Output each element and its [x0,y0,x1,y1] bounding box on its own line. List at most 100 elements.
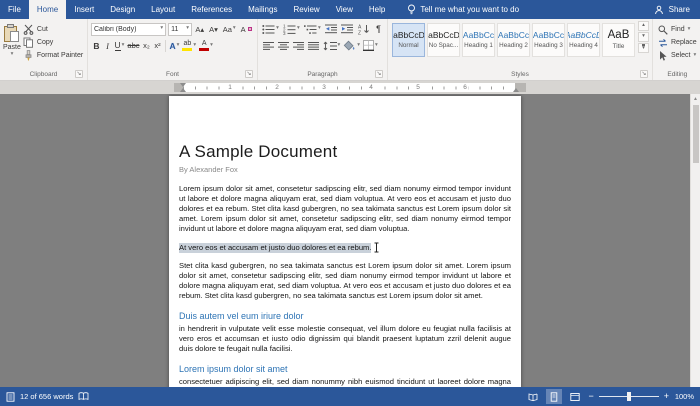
grow-font-button[interactable]: A▴ [194,22,206,36]
strikethrough-button[interactable]: abc [126,39,141,53]
align-center-button[interactable] [276,39,291,53]
font-size-select[interactable]: 11 ▾ [168,22,192,36]
right-indent-marker[interactable] [512,88,519,92]
borders-button[interactable]: ▾ [362,39,380,53]
paragraph-dialog-launcher[interactable]: ↘ [375,70,383,78]
clear-formatting-button[interactable]: A [239,22,254,36]
sort-icon: AZ [358,24,370,35]
zoom-slider-thumb[interactable] [626,392,631,401]
text-effects-button[interactable]: A ▾ [168,39,181,53]
document-page[interactable]: A Sample Document By Alexander Fox Lorem… [169,96,521,387]
zoom-level[interactable]: 100% [674,392,694,401]
read-mode-button[interactable] [525,389,541,404]
replace-button[interactable]: Replace [656,36,699,49]
styles-group: AaBbCcDd Normal AaBbCcDd No Spac... AaBb… [388,19,653,80]
align-left-button[interactable] [261,39,276,53]
line-spacing-button[interactable]: ▾ [321,39,342,53]
font-dialog-launcher[interactable]: ↘ [245,70,253,78]
bullets-button[interactable]: ▾ [261,22,280,36]
styles-more-button[interactable]: ▾ [638,43,649,53]
font-color-button[interactable]: A ▾ [198,39,215,53]
underline-button[interactable]: U ▾ [113,39,126,53]
tell-me-box[interactable]: Tell me what you want to do [407,0,519,19]
tab-insert[interactable]: Insert [66,0,102,19]
style-no-spacing[interactable]: AaBbCcDd No Spac... [427,23,460,57]
page-info-icon[interactable] [6,391,15,402]
hanging-indent-marker[interactable] [179,88,186,92]
sort-button[interactable]: AZ [357,22,371,36]
align-right-icon [292,41,305,51]
scroll-up-arrow-icon[interactable]: ▲ [693,94,698,104]
style-preview: AaBbCc [532,30,565,41]
select-button[interactable]: Select ▾ [656,49,699,62]
show-hide-paragraph-button[interactable]: ¶ [373,22,384,36]
styles-scroll-up-button[interactable]: ▴ [638,21,649,31]
style-heading-2[interactable]: AaBbCc Heading 2 [497,23,530,57]
justify-button[interactable] [306,39,321,53]
paste-button[interactable]: Paste ▾ [3,21,21,58]
format-painter-button[interactable]: Format Painter [21,49,85,62]
multilevel-list-button[interactable]: ▾ [303,22,322,36]
change-case-button[interactable]: Aa ▾ [221,22,237,36]
tab-references[interactable]: References [183,0,240,19]
style-preview: AaBbCc [462,30,495,41]
status-right: − + 100% [525,389,694,404]
eraser-icon [247,27,253,31]
first-line-indent-marker[interactable] [179,83,186,87]
web-layout-button[interactable] [567,389,583,404]
styles-dialog-launcher[interactable]: ↘ [640,70,648,78]
style-heading-4[interactable]: AaBbCcD Heading 4 [567,23,600,57]
vertical-scrollbar[interactable]: ▲ [690,94,700,387]
tab-home[interactable]: Home [28,0,67,19]
style-title[interactable]: AaB Title [602,23,635,57]
share-button[interactable]: Share [669,5,690,14]
shrink-font-button[interactable]: A▾ [208,22,220,36]
zoom-in-button[interactable]: + [664,392,669,401]
tab-help[interactable]: Help [361,0,393,19]
selected-text[interactable]: At vero eos et accusam et justo duo dolo… [179,242,372,253]
tab-review[interactable]: Review [285,0,327,19]
tab-file[interactable]: File [0,0,29,19]
doc-heading-2: Lorem ipsum dolor sit amet [179,364,288,374]
document-area: 1 2 3 4 5 6 A Sample Document By Alexand… [0,81,700,387]
zoom-out-button[interactable]: − [588,392,593,401]
tab-view[interactable]: View [328,0,361,19]
numbering-button[interactable]: 123 ▾ [282,22,301,36]
find-button[interactable]: Find ▾ [656,23,699,36]
change-case-dropdown-icon: ▾ [232,25,236,32]
increase-indent-button[interactable] [340,22,354,36]
scrollbar-thumb[interactable] [692,105,699,163]
shading-button[interactable]: ▾ [342,39,362,53]
bold-button[interactable]: B [91,39,102,53]
clipboard-dialog-launcher[interactable]: ↘ [75,70,83,78]
tab-mailings[interactable]: Mailings [240,0,285,19]
style-preview: AaBbCcDd [428,30,460,41]
paste-label: Paste [3,44,21,51]
horizontal-ruler[interactable]: 1 2 3 4 5 6 [0,81,700,94]
decrease-indent-button[interactable] [324,22,338,36]
cut-button[interactable]: Cut [21,23,85,36]
paste-icon [3,24,20,43]
zoom-slider[interactable] [598,392,659,401]
proofing-icon[interactable] [78,392,89,401]
font-family-select[interactable]: Calibri (Body) ▾ [91,22,167,36]
word-count[interactable]: 12 of 656 words [20,392,73,401]
italic-button[interactable]: I [102,39,113,53]
tab-layout[interactable]: Layout [143,0,183,19]
style-normal[interactable]: AaBbCcDd Normal [392,23,425,57]
tab-design[interactable]: Design [102,0,143,19]
titlebar-right: Share [654,0,700,19]
superscript-button[interactable]: x² [152,39,163,53]
highlight-color-swatch [182,48,193,51]
styles-scroll-down-button[interactable]: ▾ [638,32,649,42]
align-right-button[interactable] [291,39,306,53]
highlight-color-button[interactable]: ab ▾ [181,39,198,53]
print-layout-button[interactable] [546,389,563,404]
copy-button[interactable]: Copy [21,36,85,49]
style-heading-3[interactable]: AaBbCc Heading 3 [532,23,565,57]
style-preview: AaBbCcD [568,30,599,41]
font-family-value: Calibri (Body) [94,25,137,33]
style-heading-1[interactable]: AaBbCc Heading 1 [462,23,495,57]
subscript-button[interactable]: x₂ [141,39,152,53]
select-label: Select [671,52,691,59]
